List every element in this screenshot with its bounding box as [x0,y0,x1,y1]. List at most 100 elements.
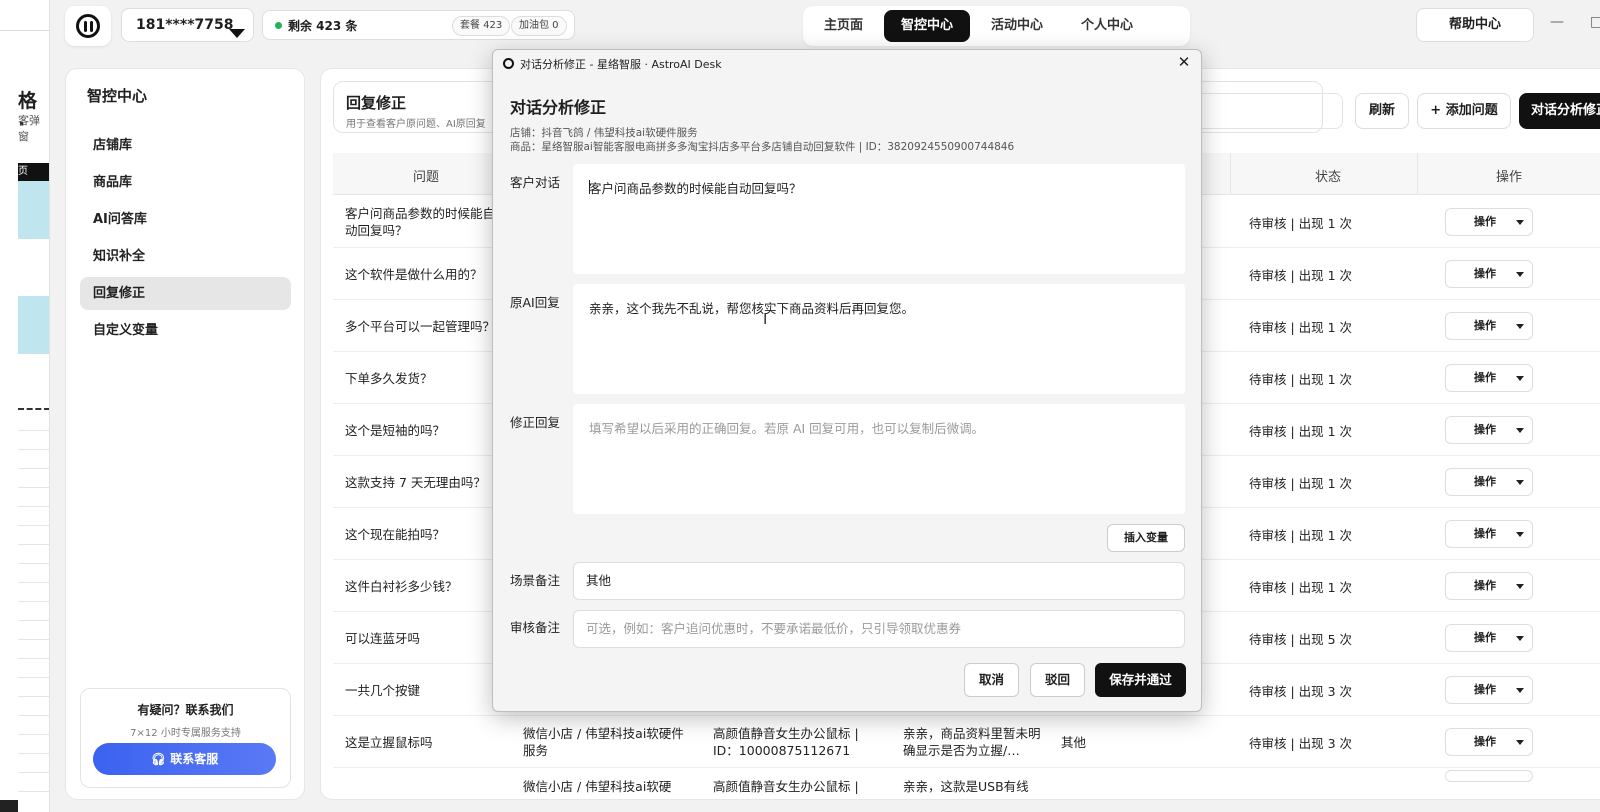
row-question: 客户问商品参数的时候能自动回复吗？ [345,206,496,238]
customer-dialog-textarea[interactable]: 客户问商品参数的时候能自动回复吗？ [573,164,1185,274]
review-note-input[interactable]: 可选，例如：客户追问优惠时，不要承诺最低价，只引导领取优惠券 [573,610,1185,648]
tab-activity-center[interactable]: 活动中心 [974,10,1060,42]
sidebar-item-knowledge-supplement[interactable]: 知识补全 [80,240,291,273]
text-cursor [589,180,590,194]
cancel-button[interactable]: 取消 [964,663,1019,697]
row-question: 这个现在能拍吗？ [345,526,446,542]
headset-icon: 🎧︎ [150,752,171,766]
row-action-dropdown[interactable]: 操作 [1445,520,1533,548]
column-divider [1417,153,1418,195]
corrected-reply-label: 修正回复 [510,415,561,430]
logo-icon [76,14,100,38]
row-question: 一共几个按键 [345,682,421,698]
row-action-dropdown[interactable]: 操作 [1445,468,1533,496]
row-status: 待审核 | 出现 3 次 [1249,735,1353,751]
quota-addon-chip: 加油包 0 [511,16,567,36]
insert-variable-button[interactable]: 插入变量 [1107,524,1185,552]
original-reply-text: 亲亲，这个我先不乱说，帮您核实下商品资料后再回复您。 [589,301,915,316]
divider [0,30,49,31]
scene-note-input[interactable]: 其他 [573,562,1185,600]
row-action-dropdown[interactable]: 操作 [1445,572,1533,600]
close-icon[interactable]: ✕ [1175,53,1193,71]
sidebar-item-ai-qa-library[interactable]: AI问答库 [80,203,291,236]
corrected-reply-textarea[interactable]: 填写希望以后采用的正确回复。若原 AI 回复可用，也可以复制后微调。 [573,404,1185,514]
row-action-label: 操作 [1474,267,1496,280]
dialog-analysis-button[interactable]: 对话分析修正 [1519,93,1600,129]
sidebar-item-custom-variables[interactable]: 自定义变量 [80,314,291,347]
maximize-icon[interactable]: □ [1590,14,1600,30]
support-title: 有疑问？联系我们 [137,703,234,717]
row-action-dropdown[interactable]: 操作 [1445,416,1533,444]
column-header-question: 问题 [413,170,440,185]
column-header-action: 操作 [1496,170,1523,185]
tab-control-center[interactable]: 智控中心 [884,10,971,42]
app-logo [65,6,111,46]
row-status: 待审核 | 出现 1 次 [1249,423,1353,439]
row-question: 这款支持 7 天无理由吗？ [345,474,486,490]
chevron-down-icon [1516,272,1524,277]
background-subtitle: 客弹窗 [18,114,40,143]
background-grid-rows [18,412,49,802]
contact-support-button[interactable]: 🎧︎ 联系客服 [93,743,276,775]
row-action-dropdown[interactable]: 操作 [1445,260,1533,288]
dialog-window-title: 对话分析修正 - 星络智服 · AstroAI Desk [520,57,722,71]
row-status: 待审核 | 出现 1 次 [1249,371,1353,387]
support-subtitle: 7×12 小时专属服务支持 [130,728,241,739]
sidebar-item-product-library[interactable]: 商品库 [80,166,291,199]
row-action-label: 操作 [1474,683,1496,696]
original-reply-label: 原AI回复 [510,295,560,310]
row-product: 高颜值静音女生办公鼠标 | [713,778,859,794]
row-action-dropdown[interactable]: 操作 [1445,364,1533,392]
save-and-approve-button[interactable]: 保存并通过 [1095,663,1186,697]
row-action-label: 操作 [1474,475,1496,488]
row-action-dropdown[interactable]: 操作 [1445,728,1533,756]
dialog-titlebar[interactable]: 对话分析修正 - 星络智服 · AstroAI Desk [493,50,1201,77]
chevron-down-icon [1516,740,1524,745]
chevron-down-icon [1516,532,1524,537]
row-action-dropdown[interactable] [1445,770,1533,782]
column-header-status: 状态 [1315,170,1342,185]
row-status: 待审核 | 出现 1 次 [1249,267,1353,283]
add-question-button[interactable]: + 添加问题 [1417,93,1511,129]
row-question: 这个软件是做什么用的？ [345,266,483,282]
original-reply-textarea[interactable]: 亲亲，这个我先不乱说，帮您核实下商品资料后再回复您。 [573,284,1185,394]
top-navigation: 主页面 智控中心 活动中心 个人中心 [803,6,1190,46]
row-status: 待审核 | 出现 3 次 [1249,683,1353,699]
row-scene: 其他 [1061,734,1087,750]
row-action-label: 操作 [1474,371,1496,384]
refresh-button[interactable]: 刷新 [1355,93,1409,129]
account-selector[interactable]: 181****7758 [121,8,254,42]
sidebar-item-shop-library[interactable]: 店铺库 [80,129,291,162]
row-status: 待审核 | 出现 1 次 [1249,215,1353,231]
sidebar-title: 智控中心 [87,87,148,105]
status-dot-icon [275,21,282,29]
quota-indicator: 剩余 423 条 套餐 423 加油包 0 [262,10,575,40]
background-header-cell: 页 [18,163,49,181]
row-action-dropdown[interactable]: 操作 [1445,208,1533,236]
background-highlight-cell [18,296,49,354]
section-title: 回复修正 [346,94,407,112]
sidebar-item-reply-correction[interactable]: 回复修正 [80,277,291,310]
review-note-label: 审核备注 [510,620,561,635]
chevron-down-icon [1516,324,1524,329]
row-question: 可以连蓝牙吗 [345,630,421,646]
tab-home[interactable]: 主页面 [807,10,880,42]
minimize-icon[interactable]: — [1550,14,1564,30]
tab-personal-center[interactable]: 个人中心 [1064,10,1150,42]
reject-button[interactable]: 驳回 [1030,663,1085,697]
row-action-dropdown[interactable]: 操作 [1445,676,1533,704]
row-action-label: 操作 [1474,423,1496,436]
chevron-down-icon [1516,428,1524,433]
row-action-dropdown[interactable]: 操作 [1445,312,1533,340]
chevron-down-icon [1516,480,1524,485]
row-action-label: 操作 [1474,319,1496,332]
contact-support-label: 联系客服 [170,752,219,766]
quota-plan-chip: 套餐 423 [452,16,511,36]
row-action-dropdown[interactable]: 操作 [1445,624,1533,652]
row-action-label: 操作 [1474,735,1496,748]
chevron-down-icon [1516,220,1524,225]
table-row[interactable]: 微信小店 / 伟望科技ai软硬 高颜值静音女生办公鼠标 | 亲亲，这款是USB有… [333,768,1600,799]
row-status: 待审核 | 出现 1 次 [1249,579,1353,595]
help-center-button[interactable]: 帮助中心 [1416,8,1534,42]
row-action-label: 操作 [1474,215,1496,228]
